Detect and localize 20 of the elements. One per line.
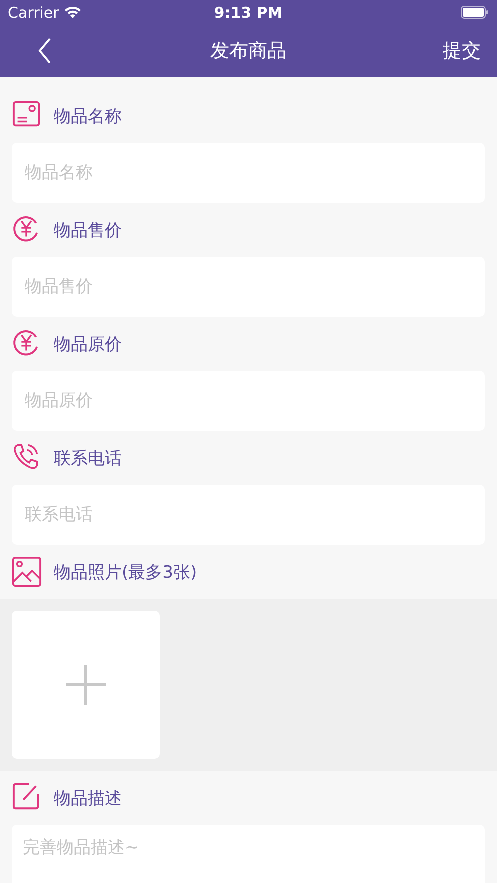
input-field[interactable]: 物品原价 bbox=[12, 371, 485, 431]
screen-title: 发布商品 bbox=[210, 39, 286, 64]
submit-button[interactable]: 提交 bbox=[443, 38, 481, 64]
section-label: 物品原价 bbox=[54, 334, 122, 356]
section-label: 物品售价 bbox=[54, 220, 122, 242]
section-label: 物品描述 bbox=[54, 788, 122, 810]
description-field[interactable]: 完善物品描述~ bbox=[12, 825, 485, 883]
input-field[interactable]: 联系电话 bbox=[12, 485, 485, 545]
carrier-label: Carrier bbox=[8, 4, 60, 22]
back-icon[interactable] bbox=[38, 38, 52, 64]
section-label: 联系电话 bbox=[54, 448, 122, 470]
input-field[interactable]: 物品名称 bbox=[12, 143, 485, 203]
input-field[interactable]: 物品售价 bbox=[12, 257, 485, 317]
status-time: 9:13 PM bbox=[214, 4, 283, 22]
image-icon bbox=[12, 556, 42, 588]
plus-icon bbox=[66, 665, 106, 705]
section-label: 物品名称 bbox=[54, 106, 122, 128]
section-label: 物品照片(最多3张) bbox=[54, 562, 198, 584]
battery-icon bbox=[461, 6, 489, 19]
wifi-icon bbox=[64, 6, 82, 19]
